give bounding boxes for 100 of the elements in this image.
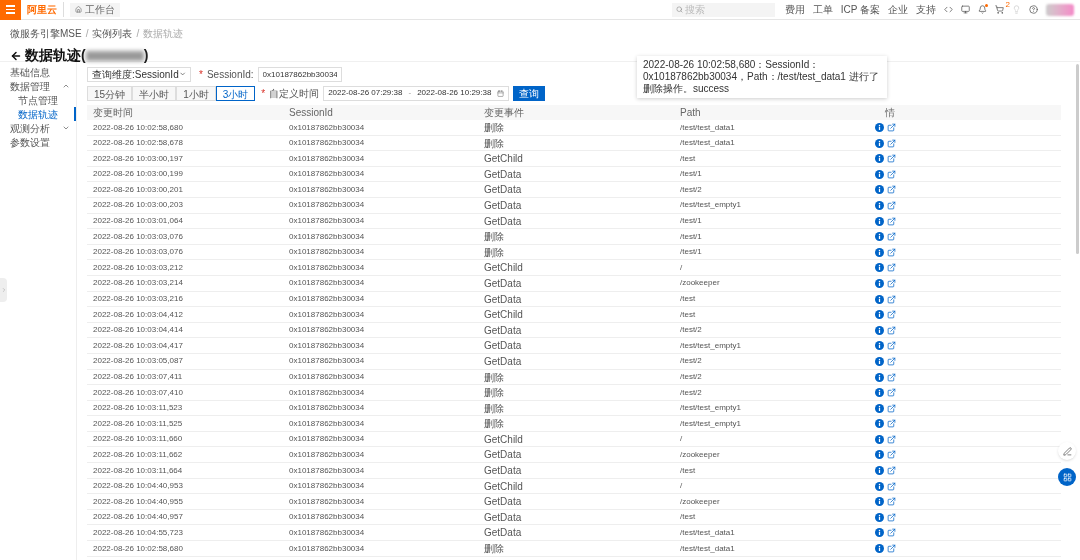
info-icon[interactable] [875, 232, 884, 242]
info-icon[interactable] [875, 450, 884, 460]
dimension-select[interactable]: 查询维度:SessionId [87, 66, 191, 82]
info-icon[interactable] [875, 154, 884, 164]
range-button[interactable]: 半小时 [132, 85, 177, 101]
external-link-icon[interactable] [887, 216, 896, 226]
top-link[interactable]: ICP 备案 [840, 2, 880, 17]
cart-icon[interactable] [995, 5, 1004, 14]
scrollbar[interactable] [1076, 64, 1079, 254]
external-link-icon[interactable] [887, 403, 896, 413]
external-link-icon[interactable] [887, 310, 896, 320]
external-link-icon[interactable] [887, 123, 896, 132]
sidebar-item[interactable]: 观测分析 [0, 121, 76, 135]
info-icon[interactable] [875, 278, 884, 288]
range-button[interactable]: 1小时 [176, 85, 216, 101]
table-cell-text: 0x10187862bb30034 [289, 199, 366, 212]
sidebar-item[interactable]: 数据管理 [0, 79, 76, 93]
info-icon[interactable] [875, 263, 884, 273]
info-icon[interactable] [875, 216, 884, 226]
info-icon[interactable] [875, 372, 884, 382]
edit-button[interactable] [1058, 442, 1076, 460]
code-icon[interactable] [944, 5, 953, 14]
help-icon[interactable] [1029, 5, 1038, 14]
external-link-icon[interactable] [887, 185, 896, 195]
breadcrumb[interactable]: 实例列表 [92, 26, 133, 41]
info-icon[interactable] [875, 497, 884, 507]
back-icon[interactable] [10, 49, 22, 62]
range-button[interactable]: 15分钟 [87, 85, 133, 101]
info-icon[interactable] [875, 200, 884, 210]
table-cell-text: GetData [484, 183, 523, 198]
external-link-icon[interactable] [887, 434, 896, 444]
external-link-icon[interactable] [887, 481, 896, 491]
sidebar-item[interactable]: 基础信息 [0, 65, 76, 79]
external-link-icon[interactable] [887, 512, 896, 522]
table-cell-text: 2022-08-26 10:03:04,412 [93, 308, 184, 321]
workbench-button[interactable]: 工作台 [70, 2, 120, 17]
external-link-icon[interactable] [887, 263, 896, 273]
external-link-icon[interactable] [887, 325, 896, 335]
external-link-icon[interactable] [887, 388, 896, 398]
info-icon[interactable] [875, 388, 884, 398]
info-icon[interactable] [875, 138, 884, 148]
page-title-end: ) [143, 46, 149, 65]
table-cell-text: / [680, 480, 684, 493]
info-icon[interactable] [875, 185, 884, 195]
external-link-icon[interactable] [887, 497, 896, 507]
sidebar-subitem[interactable]: 数据轨迹 [0, 107, 76, 121]
top-link[interactable]: 费用 [784, 2, 805, 17]
external-link-icon[interactable] [887, 356, 896, 366]
range-button[interactable]: 3小时 [215, 85, 256, 101]
external-link-icon[interactable] [887, 466, 896, 476]
info-icon[interactable] [875, 466, 884, 476]
info-icon[interactable] [875, 325, 884, 335]
sidebar-item[interactable]: 参数设置 [0, 135, 76, 149]
side-handle[interactable] [0, 278, 7, 302]
info-icon[interactable] [875, 356, 884, 366]
date-range-field[interactable]: 2022-08-26 07:29:38 - 2022-08-26 10:29:38 [323, 85, 510, 101]
info-icon[interactable] [875, 123, 884, 132]
table-cell-text: /test [680, 511, 697, 524]
info-icon[interactable] [875, 528, 884, 538]
info-icon[interactable] [875, 294, 884, 304]
monitor-icon[interactable] [961, 5, 970, 14]
table-cell-text: 0x10187862bb30034 [289, 261, 366, 274]
info-icon[interactable] [875, 403, 884, 413]
external-link-icon[interactable] [887, 372, 896, 382]
top-link[interactable]: 工单 [812, 2, 833, 17]
external-link-icon[interactable] [887, 278, 896, 288]
external-link-icon[interactable] [887, 169, 896, 179]
external-link-icon[interactable] [887, 138, 896, 148]
breadcrumb[interactable]: 微服务引擎MSE [10, 26, 82, 41]
external-link-icon[interactable] [887, 450, 896, 460]
external-link-icon[interactable] [887, 247, 896, 257]
avatar[interactable] [1046, 3, 1074, 16]
top-link[interactable]: 支持 [916, 2, 936, 17]
external-link-icon[interactable] [887, 341, 896, 351]
info-icon[interactable] [875, 544, 884, 554]
external-link-icon[interactable] [887, 200, 896, 210]
info-icon[interactable] [875, 341, 884, 351]
info-icon[interactable] [875, 247, 884, 257]
external-link-icon[interactable] [887, 232, 896, 242]
external-link-icon[interactable] [887, 528, 896, 538]
info-icon[interactable] [875, 434, 884, 444]
info-icon[interactable] [875, 481, 884, 491]
session-input[interactable]: 0x10187862bb30034 [257, 66, 342, 82]
sidebar-subitem[interactable]: 节点管理 [0, 93, 76, 107]
apps-button[interactable] [1058, 468, 1076, 486]
table-cell-text: GetChild [484, 479, 524, 494]
info-icon[interactable] [875, 419, 884, 429]
info-icon[interactable] [875, 310, 884, 320]
column-header: 情 [884, 106, 896, 120]
external-link-icon[interactable] [887, 294, 896, 304]
external-link-icon[interactable] [887, 419, 896, 429]
top-link[interactable]: 企业 [888, 2, 908, 17]
query-button[interactable]: 查询 [513, 85, 546, 101]
external-link-icon[interactable] [887, 154, 896, 164]
menu-button[interactable] [0, 0, 21, 20]
info-icon[interactable] [875, 169, 884, 179]
search-icon [675, 6, 683, 13]
external-link-icon[interactable] [887, 544, 896, 554]
bell-icon[interactable] [978, 5, 987, 14]
info-icon[interactable] [875, 512, 884, 522]
